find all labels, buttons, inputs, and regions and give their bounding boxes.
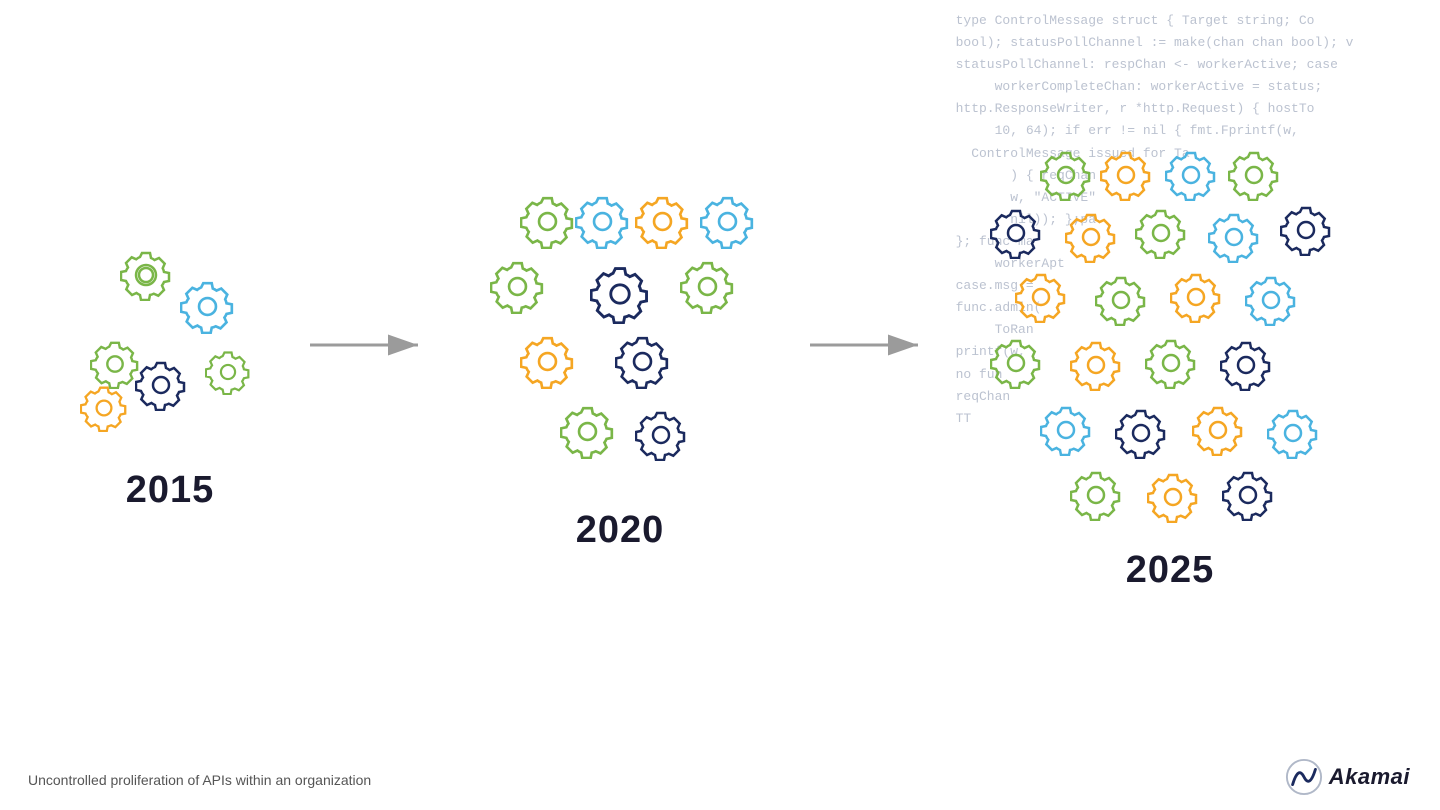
gear-orange-2025-4 — [1170, 271, 1222, 323]
main-content: 2015 — [0, 0, 1440, 810]
gear-blue-2025-4 — [1040, 404, 1092, 456]
akamai-logo-text: Akamai — [1329, 764, 1410, 790]
year-group-2020: 2020 — [460, 189, 780, 552]
gear-blue-2025-2 — [1208, 211, 1260, 263]
arrow-svg-2 — [810, 331, 930, 359]
gear-green-2025-1 — [1040, 149, 1092, 201]
gear-navy-2025-2 — [1280, 204, 1332, 256]
gear-green-2020-1 — [520, 194, 575, 249]
gear-green-2020-2 — [490, 259, 545, 314]
arrow-2 — [780, 331, 960, 359]
year-group-2015: 2015 — [60, 229, 280, 512]
arrow-1 — [280, 331, 460, 359]
gear-green-3 — [205, 349, 251, 395]
gear-green-2025-3 — [1135, 207, 1187, 259]
gear-green-2025-4 — [1095, 274, 1147, 326]
gear-green-1 — [120, 249, 172, 301]
gear-orange-2020-1 — [635, 194, 690, 249]
gear-orange-1 — [80, 384, 128, 432]
bottom-caption: Uncontrolled proliferation of APIs withi… — [28, 772, 371, 788]
timeline-row: 2015 — [60, 149, 1380, 592]
gear-blue-2020-1 — [575, 194, 630, 249]
gear-green-2025-7 — [1070, 469, 1122, 521]
gear-cluster-2015 — [60, 229, 280, 449]
gear-navy-2025-4 — [1115, 407, 1167, 459]
gear-green-2025-2 — [1228, 149, 1280, 201]
gear-orange-2025-7 — [1147, 471, 1199, 523]
gear-green-2020-4 — [560, 404, 615, 459]
year-label-2015: 2015 — [126, 469, 215, 512]
gear-green-2025-5 — [990, 337, 1042, 389]
gear-navy-2020-1 — [590, 264, 650, 324]
gear-orange-2025-3 — [1015, 271, 1067, 323]
gear-navy-2025-1 — [990, 207, 1042, 259]
gear-blue-2025-1 — [1165, 149, 1217, 201]
gear-green-2020-3 — [680, 259, 735, 314]
arrow-svg-1 — [310, 331, 430, 359]
gear-orange-2025-2 — [1065, 211, 1117, 263]
gear-navy-2025-3 — [1220, 339, 1272, 391]
gear-cluster-2025 — [960, 149, 1380, 529]
gear-blue-2025-3 — [1245, 274, 1297, 326]
gear-orange-2020-2 — [520, 334, 575, 389]
gear-orange-2025-1 — [1100, 149, 1152, 201]
akamai-logo-icon — [1285, 758, 1323, 796]
year-group-2025: 2025 — [960, 149, 1380, 592]
gear-navy-2020-2 — [615, 334, 670, 389]
gear-orange-2025-6 — [1192, 404, 1244, 456]
gear-green-2 — [90, 339, 140, 389]
gear-navy-2025-5 — [1222, 469, 1274, 521]
gear-blue-2025-5 — [1267, 407, 1319, 459]
gear-blue-1 — [180, 279, 235, 334]
gear-navy-1 — [135, 359, 187, 411]
gear-orange-2025-5 — [1070, 339, 1122, 391]
gear-navy-2020-3 — [635, 409, 687, 461]
year-label-2020: 2020 — [576, 509, 665, 552]
year-label-2025: 2025 — [1126, 549, 1215, 592]
gear-green-2025-6 — [1145, 337, 1197, 389]
akamai-logo: Akamai — [1285, 758, 1410, 796]
gear-cluster-2020 — [460, 189, 780, 489]
gear-blue-2020-2 — [700, 194, 755, 249]
